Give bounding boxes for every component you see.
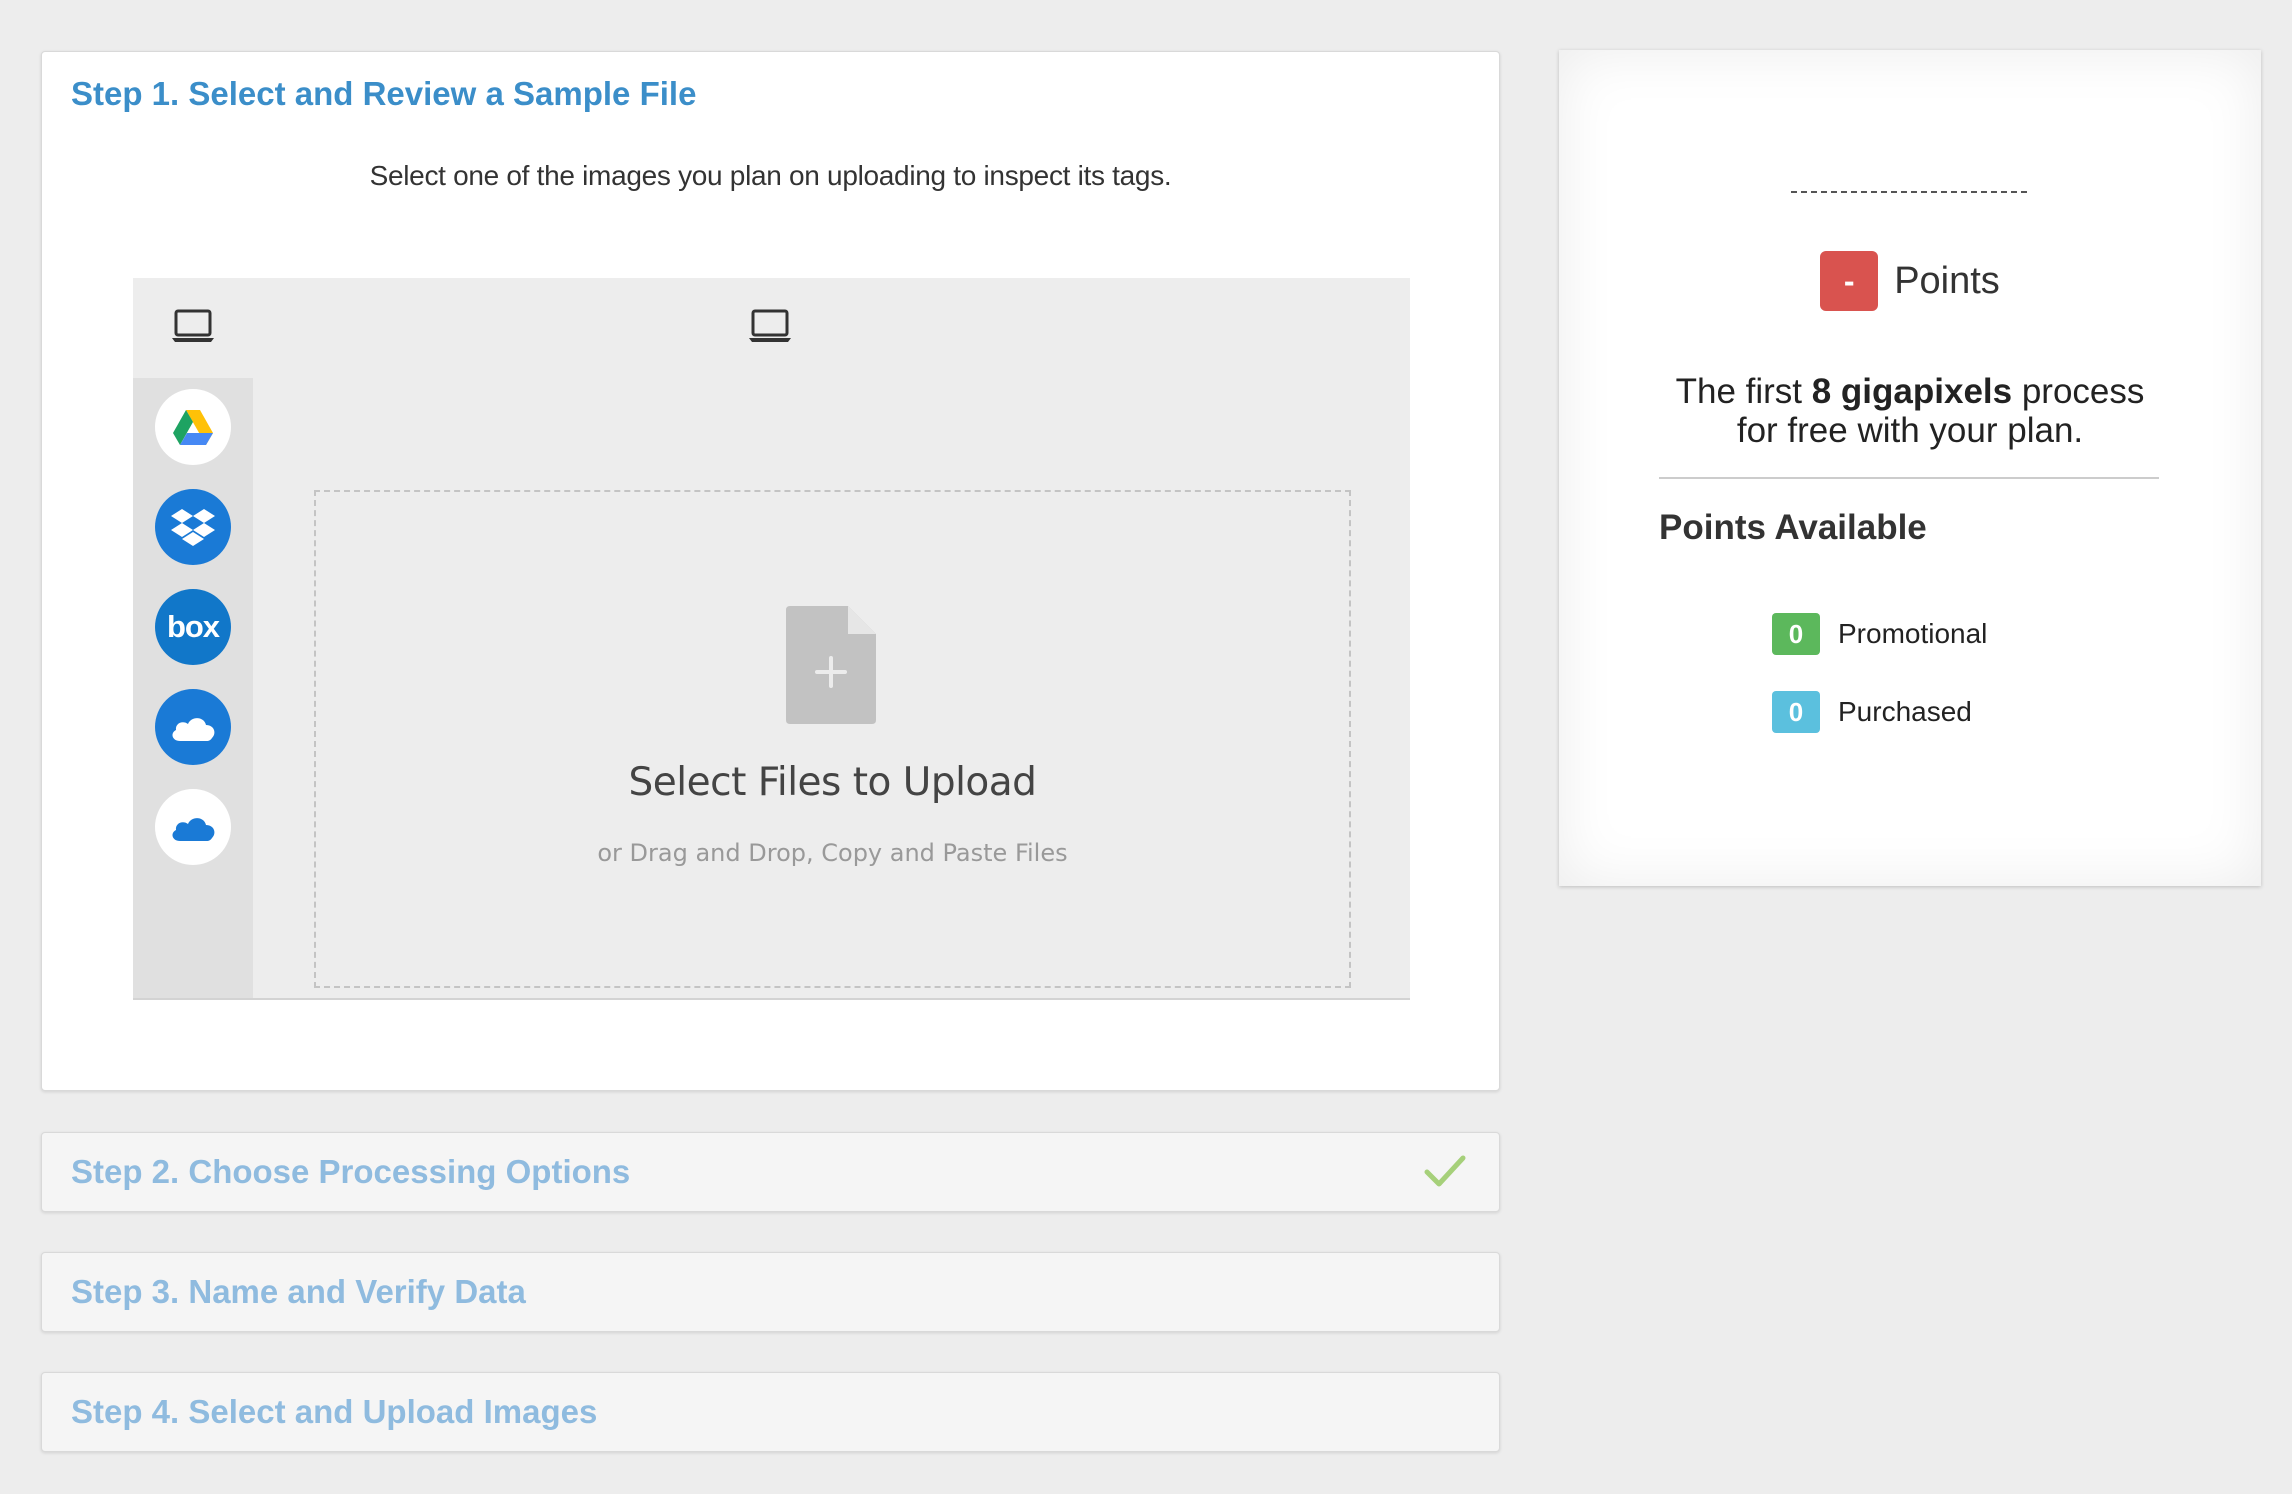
purchased-points-row: 0 Purchased <box>1772 691 1972 733</box>
step-1-title[interactable]: Step 1. Select and Review a Sample File <box>71 74 696 114</box>
free-note-mid: process <box>2012 372 2145 411</box>
picker-topbar <box>133 278 1410 378</box>
file-drop-zone[interactable]: Select Files to Upload or Drag and Drop,… <box>314 490 1351 988</box>
dashed-divider <box>1791 191 2027 193</box>
file-picker: box Select Files to Upload or Drag and D… <box>133 278 1410 1000</box>
step-4-title[interactable]: Step 4. Select and Upload Images <box>71 1392 597 1432</box>
points-card: - Points The first 8 gigapixels process … <box>1559 50 2261 886</box>
drop-title: Select Files to Upload <box>628 760 1037 805</box>
card-divider <box>1659 477 2159 479</box>
drop-subtitle: or Drag and Drop, Copy and Paste Files <box>597 839 1068 867</box>
dropbox-button[interactable] <box>155 489 231 565</box>
free-gigapixels-note: The first 8 gigapixels process for free … <box>1559 372 2261 450</box>
points-badge: - <box>1820 251 1879 311</box>
laptop-icon <box>749 309 791 342</box>
promotional-points-row: 0 Promotional <box>1772 613 1987 655</box>
points-summary: - Points <box>1559 251 2261 311</box>
onedrive-business-button[interactable] <box>155 789 231 865</box>
google-drive-button[interactable] <box>155 389 231 465</box>
step-1-description: Select one of the images you plan on upl… <box>369 160 1172 191</box>
dropbox-icon <box>171 509 215 546</box>
checkmark-icon <box>1424 1155 1466 1187</box>
free-note-prefix: The first <box>1675 372 1812 411</box>
points-label: Points <box>1894 259 2000 302</box>
step-1-panel: Step 1. Select and Review a Sample File … <box>41 51 1500 1091</box>
free-note-line2: for free with your plan. <box>1736 411 2084 450</box>
points-available-title: Points Available <box>1659 508 1927 547</box>
laptop-icon[interactable] <box>171 308 215 344</box>
step-3-panel[interactable]: Step 3. Name and Verify Data <box>41 1252 1500 1332</box>
purchased-points-badge: 0 <box>1772 691 1820 733</box>
cloud-icon <box>172 818 215 841</box>
google-drive-icon <box>173 410 213 445</box>
box-icon: box <box>166 609 220 644</box>
step-4-panel[interactable]: Step 4. Select and Upload Images <box>41 1372 1500 1452</box>
promotional-points-label: Promotional <box>1838 618 1988 649</box>
onedrive-icon <box>172 718 215 741</box>
source-sidebar: box <box>133 378 253 998</box>
promotional-points-badge: 0 <box>1772 613 1820 655</box>
purchased-points-label: Purchased <box>1838 696 1972 727</box>
box-button[interactable]: box <box>155 589 231 665</box>
free-note-amount: 8 gigapixels <box>1811 372 2013 411</box>
step-2-panel[interactable]: Step 2. Choose Processing Options <box>41 1132 1500 1212</box>
onedrive-button[interactable] <box>155 689 231 765</box>
step-2-title[interactable]: Step 2. Choose Processing Options <box>71 1152 630 1192</box>
add-file-icon <box>786 606 876 724</box>
step-3-title[interactable]: Step 3. Name and Verify Data <box>71 1272 526 1312</box>
